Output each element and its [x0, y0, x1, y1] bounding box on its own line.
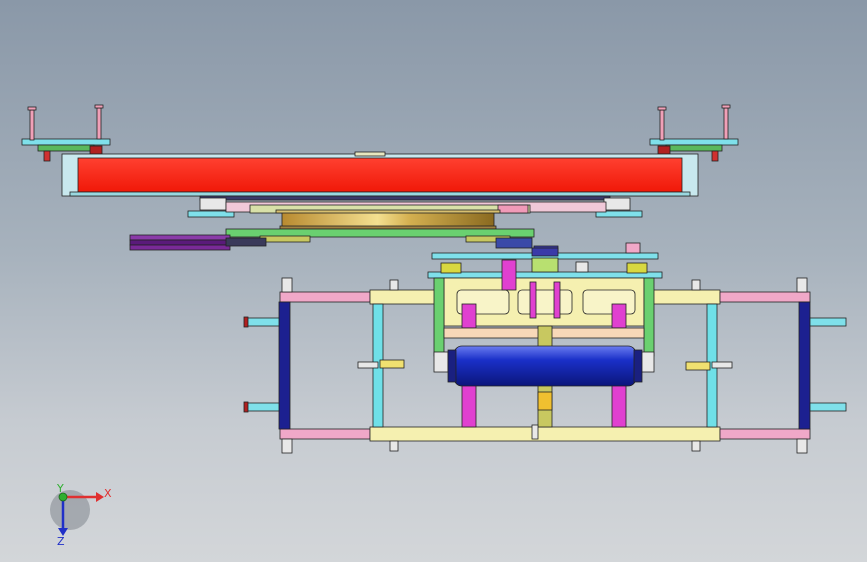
left-magenta-leg — [461, 383, 477, 428]
left-clamp — [199, 197, 227, 211]
right-clamp — [603, 197, 631, 211]
blue-roller — [453, 345, 637, 387]
right-post-1 — [659, 109, 665, 141]
cad-viewport[interactable]: X Y Z — [0, 0, 867, 562]
center-lift-module — [427, 242, 663, 440]
cad-model-drawing: X Y Z — [21, 104, 847, 548]
bottom-crossbar-yellow — [369, 426, 721, 442]
purple-rail — [129, 234, 231, 241]
top-crossbar-right-pink — [719, 291, 811, 303]
left-post-1 — [29, 109, 35, 141]
right-post-2 — [723, 107, 729, 140]
z-axis-label: Z — [57, 535, 65, 548]
left-top-plate — [21, 138, 111, 146]
coordinate-triad: X Y Z — [50, 482, 112, 548]
top-crossbar-left-pink — [279, 291, 371, 303]
bottom-crossbar-right-pink — [719, 428, 811, 440]
left-navy-post — [278, 301, 291, 430]
y-axis-label: Y — [56, 482, 64, 495]
right-magenta-leg — [611, 383, 627, 428]
upper-assembly — [21, 104, 739, 257]
red-platform — [77, 157, 683, 193]
x-axis-label: X — [104, 487, 112, 500]
right-navy-post — [798, 301, 811, 430]
left-post-2 — [96, 107, 102, 140]
bottom-crossbar-left-pink — [279, 428, 371, 440]
